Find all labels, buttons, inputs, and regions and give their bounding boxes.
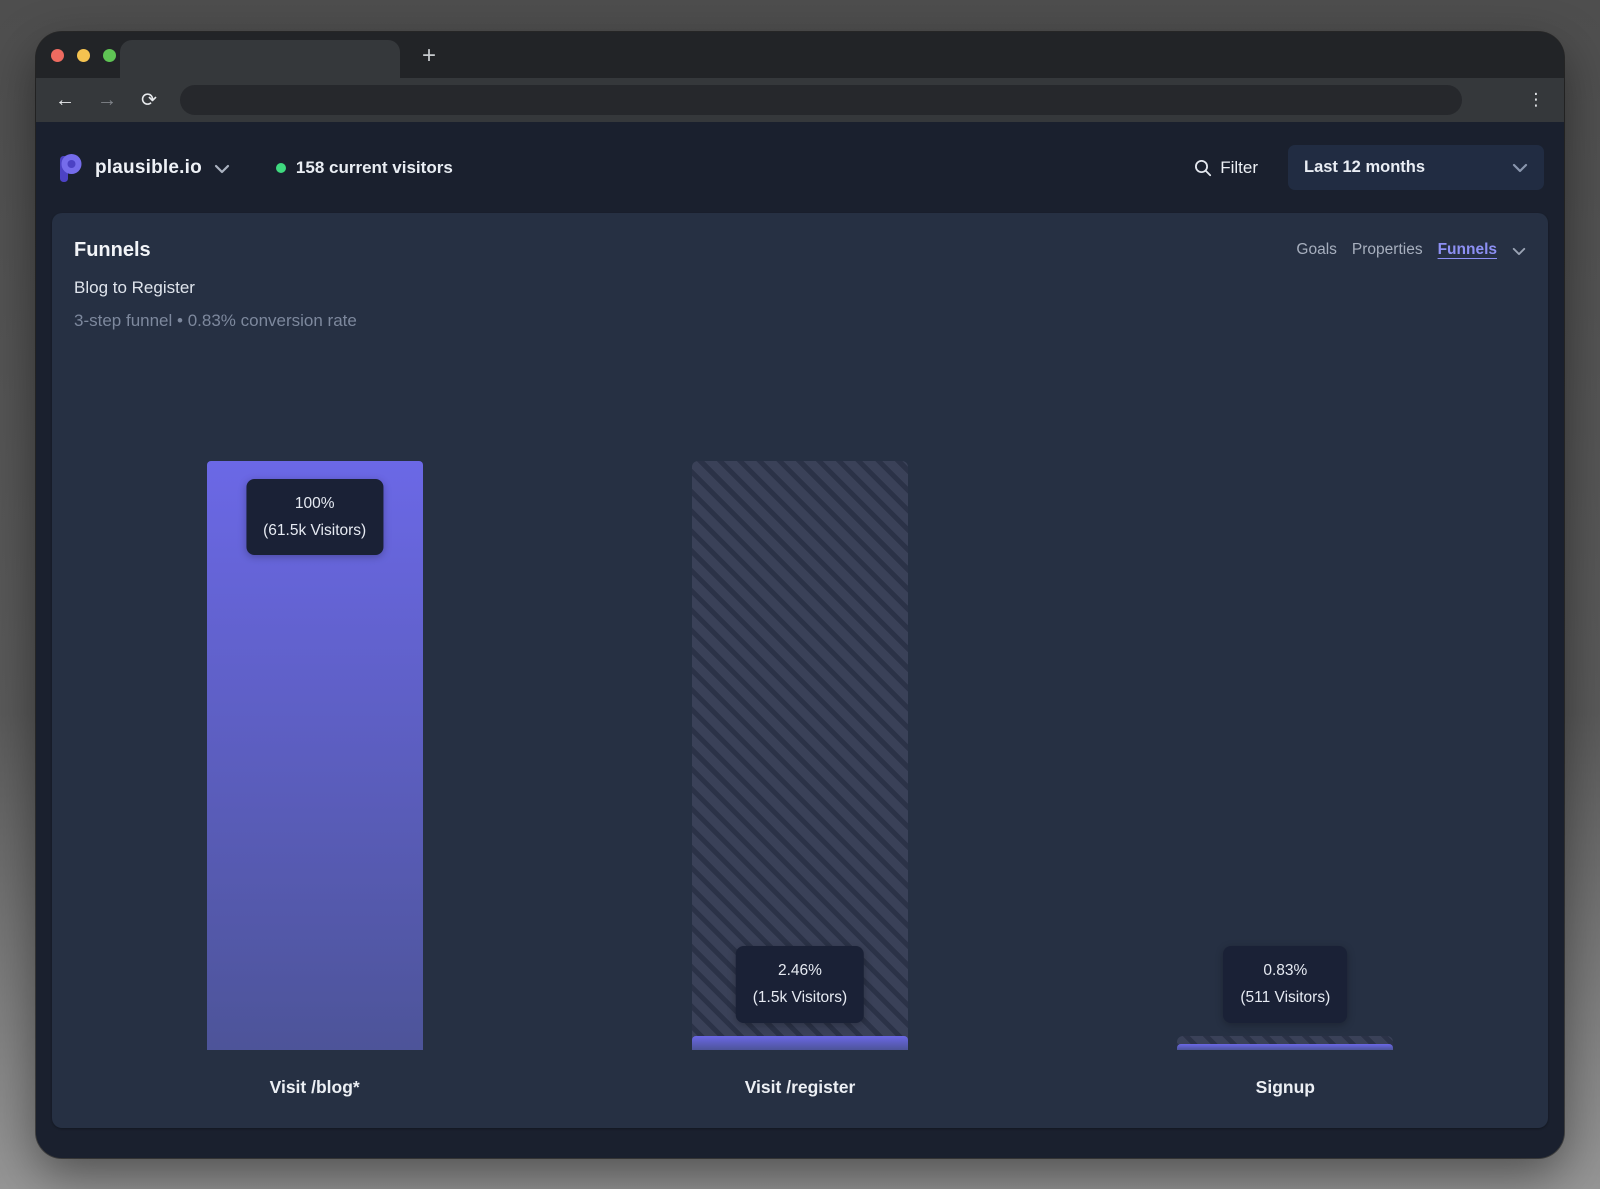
panel-tabs: Goals Properties Funnels: [1296, 241, 1526, 259]
funnel-step-plot: 0.83% (511 Visitors): [1177, 461, 1393, 1050]
site-name[interactable]: plausible.io: [95, 157, 202, 179]
back-icon[interactable]: ←: [54, 90, 76, 110]
current-visitors-label: 158 current visitors: [296, 158, 453, 178]
funnel-step-plot: 100% (61.5k Visitors): [207, 461, 423, 1050]
funnel-step: 2.46% (1.5k Visitors) Visit /register: [557, 461, 1042, 1098]
funnel-step-label: Signup: [1256, 1077, 1315, 1098]
tab-goals[interactable]: Goals: [1296, 241, 1337, 259]
app-header: plausible.io 158 current visitors Filter…: [52, 122, 1548, 213]
funnel-tooltip: 100% (61.5k Visitors): [246, 479, 383, 555]
tooltip-percent: 100%: [263, 490, 366, 517]
browser-toolbar: ← → ⟳ ⋮: [36, 78, 1564, 122]
minimize-window-button[interactable]: [77, 49, 90, 62]
funnel-meta: 3-step funnel • 0.83% conversion rate: [74, 311, 1528, 331]
browser-tab[interactable]: [120, 40, 400, 78]
funnel-step: 100% (61.5k Visitors) Visit /blog*: [72, 461, 557, 1098]
new-tab-button[interactable]: +: [412, 40, 446, 74]
browser-menu-icon[interactable]: ⋮: [1526, 90, 1546, 110]
funnel-step: 0.83% (511 Visitors) Signup: [1043, 461, 1528, 1098]
site-chevron-down-icon[interactable]: [214, 164, 230, 174]
funnel-chart: 100% (61.5k Visitors) Visit /blog* 2.46%…: [72, 461, 1528, 1098]
funnels-panel: Funnels Blog to Register 3-step funnel •…: [52, 213, 1548, 1128]
tooltip-visitors: (1.5k Visitors): [753, 984, 847, 1011]
browser-window: + ← → ⟳ ⋮ plausible.io 158 current visit…: [36, 32, 1564, 1158]
filter-label: Filter: [1220, 158, 1258, 178]
funnel-tooltip: 0.83% (511 Visitors): [1223, 946, 1347, 1022]
page-content: plausible.io 158 current visitors Filter…: [36, 122, 1564, 1158]
funnel-step-plot: 2.46% (1.5k Visitors): [692, 461, 908, 1050]
search-icon: [1194, 159, 1212, 177]
address-bar[interactable]: [180, 85, 1462, 115]
tab-funnels[interactable]: Funnels: [1438, 241, 1497, 259]
funnel-step-label: Visit /blog*: [270, 1077, 360, 1098]
funnel-name: Blog to Register: [74, 278, 1528, 298]
funnel-bar[interactable]: [1177, 1044, 1393, 1050]
window-controls: [51, 49, 116, 62]
tab-properties[interactable]: Properties: [1352, 241, 1423, 259]
close-window-button[interactable]: [51, 49, 64, 62]
funnel-step-label: Visit /register: [745, 1077, 856, 1098]
funnel-bar[interactable]: [692, 1036, 908, 1050]
filter-button[interactable]: Filter: [1194, 158, 1258, 178]
tooltip-visitors: (61.5k Visitors): [263, 517, 366, 544]
date-chevron-down-icon: [1512, 163, 1528, 173]
live-dot-icon: [276, 163, 286, 173]
tabs-chevron-down-icon[interactable]: [1512, 247, 1526, 256]
forward-icon[interactable]: →: [96, 90, 118, 110]
browser-tab-bar: +: [36, 32, 1564, 78]
tooltip-percent: 2.46%: [753, 957, 847, 984]
tooltip-percent: 0.83%: [1240, 957, 1330, 984]
date-range-select[interactable]: Last 12 months: [1288, 145, 1544, 190]
reload-icon[interactable]: ⟳: [138, 91, 160, 110]
date-range-value: Last 12 months: [1304, 158, 1425, 177]
plausible-logo-icon: [56, 153, 83, 183]
funnel-tooltip: 2.46% (1.5k Visitors): [736, 946, 864, 1022]
tooltip-visitors: (511 Visitors): [1240, 984, 1330, 1011]
zoom-window-button[interactable]: [103, 49, 116, 62]
current-visitors[interactable]: 158 current visitors: [276, 158, 453, 178]
